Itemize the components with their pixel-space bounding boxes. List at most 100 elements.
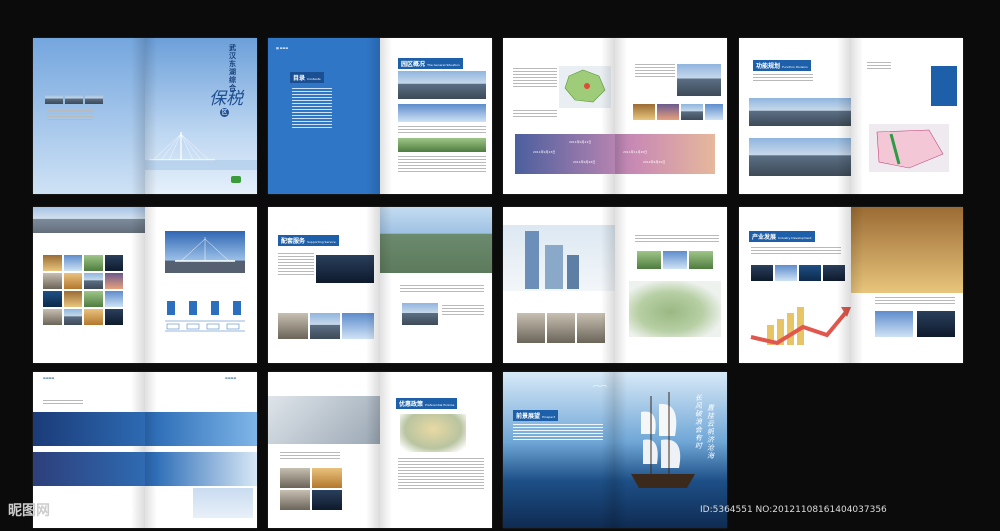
page-tag-2: ▬▬▬▬ [225, 376, 237, 380]
location-text [513, 68, 557, 89]
industry-page: 产业发展 Industry Development [739, 207, 851, 363]
prospect-page: 前景展望 Prospect [503, 372, 615, 528]
traffic-photo-1 [677, 64, 721, 96]
industry-photo-1 [751, 265, 773, 281]
meeting-photo-3 [577, 313, 605, 343]
meeting-photo-2 [547, 313, 575, 343]
industry-text-2 [875, 297, 955, 306]
spread-location[interactable]: 2011年9月21日 2011年9月23日 2011年9月26日 2011年11… [503, 38, 727, 194]
policy-photo-4 [312, 490, 342, 510]
growth-arrow-chart [750, 307, 851, 346]
industry-photo-4 [823, 265, 845, 281]
cover-script-title: 保税 [209, 89, 243, 109]
spread-policy[interactable]: 优惠政策 Preferential Policies [268, 372, 492, 528]
cover-logo-icon [231, 176, 241, 183]
nipic-url: www.nipic.com [66, 506, 134, 516]
prospect-title-en: Prospect [542, 415, 556, 419]
spread-prospect[interactable]: 前景展望 Prospect 长风破浪会有时 直挂云帆济沧海 ⌒⌒ [503, 372, 727, 528]
park-page [33, 207, 145, 363]
zone-legend [931, 66, 957, 106]
prospect-heading: 前景展望 Prospect [513, 410, 559, 421]
industry-photo-5 [875, 311, 913, 337]
prospect-title: 前景展望 [516, 413, 541, 420]
cover-photo-1 [45, 94, 63, 104]
industry-photo-6 [917, 311, 955, 337]
support-text [278, 253, 314, 277]
support-photo-5 [402, 303, 438, 325]
aerial-plan-rendering [629, 281, 721, 337]
industry-photo-3 [799, 265, 821, 281]
support-photo-4 [342, 313, 374, 339]
timeline-date-2: 2011年9月23日 [533, 150, 556, 154]
support-text-3 [442, 305, 484, 317]
policy-photo-3 [280, 490, 310, 510]
policy-photo-1 [280, 468, 310, 488]
prospect-text [513, 424, 603, 442]
overview-text-1 [398, 126, 486, 135]
calligraphy-line-1: 长风破浪会有时 [695, 394, 702, 450]
support-photo-3 [310, 313, 340, 339]
spread-positioning[interactable]: ▬▬▬▬ ▬▬▬▬ [33, 372, 257, 528]
planning-text [753, 74, 813, 83]
support-text-2 [400, 285, 484, 294]
spread-contents-overview[interactable]: ▦ ▬▬▬ 目录 Contents 园区概况 The General Situa… [268, 38, 492, 194]
urban-plan-page [615, 207, 727, 363]
spread-park[interactable] [33, 207, 257, 363]
overview-heading: 园区概况 The General Situation [398, 58, 463, 69]
contents-list [292, 88, 332, 130]
zone-plan-shape [876, 129, 944, 169]
meeting-photo-1 [517, 313, 545, 343]
policy-page-2: 优惠政策 Preferential Policies [380, 372, 492, 528]
overview-photo-1 [398, 71, 486, 99]
overview-photo-3 [398, 138, 486, 152]
towers-shape [525, 231, 579, 289]
industry-title-en: Industry Development [778, 236, 812, 240]
policy-page [268, 372, 380, 528]
policy-title: 优惠政策 [399, 401, 424, 408]
traffic-photo-4 [681, 104, 703, 120]
spread-industry[interactable]: 产业发展 Industry Development [739, 207, 963, 363]
back-cover [33, 38, 145, 194]
overview-text-2 [398, 156, 486, 174]
grid-photo [43, 291, 62, 307]
spread-support[interactable]: 配套服务 Supporting Service [268, 207, 492, 363]
industry-photo-2 [775, 265, 797, 281]
traffic-photo-2 [633, 104, 655, 120]
timeline-date-3: 2011年9月26日 [573, 160, 596, 164]
grid-photo [63, 255, 82, 271]
traffic-text [635, 64, 675, 79]
support-photo-1 [316, 255, 374, 283]
planning-heading: 功能规划 Function Division [753, 60, 811, 71]
industry-title: 产业发展 [752, 234, 777, 241]
grid-photo [104, 291, 123, 307]
page-tag: ▬▬▬▬ [43, 376, 55, 380]
industry-heading: 产业发展 Industry Development [749, 231, 815, 242]
grid-photo [104, 273, 123, 289]
keyboard-photo [268, 396, 380, 444]
overview-title-en: The General Situation [427, 63, 460, 67]
grid-photo [84, 309, 103, 325]
spread-cover[interactable]: 武汉东湖综合 保税 区 [33, 38, 257, 194]
industry-interior-photo [851, 207, 963, 293]
positioning-text [43, 400, 83, 406]
grid-photo [84, 273, 103, 289]
nipic-logo: 昵图网 [8, 503, 50, 519]
plan-photo-3 [689, 251, 713, 269]
spread-planning[interactable]: 功能规划 Function Division [739, 38, 963, 194]
overview-page: 园区概况 The General Situation [380, 38, 492, 194]
park-photo-grid [43, 255, 123, 325]
overview-title: 园区概况 [401, 61, 426, 68]
timeline-date-1: 2011年9月21日 [569, 140, 592, 144]
grid-photo [63, 309, 82, 325]
grid-photo [104, 255, 123, 271]
support-page: 配套服务 Supporting Service [268, 207, 380, 363]
park-banner [33, 207, 145, 233]
map-shape [564, 69, 606, 103]
grid-photo [63, 291, 82, 307]
location-text-2 [513, 110, 557, 119]
plan-photo-1 [637, 251, 661, 269]
grid-photo [43, 309, 62, 325]
spread-towers[interactable] [503, 207, 727, 363]
traffic-photo-3 [657, 104, 679, 120]
industry-page-2 [851, 207, 963, 363]
